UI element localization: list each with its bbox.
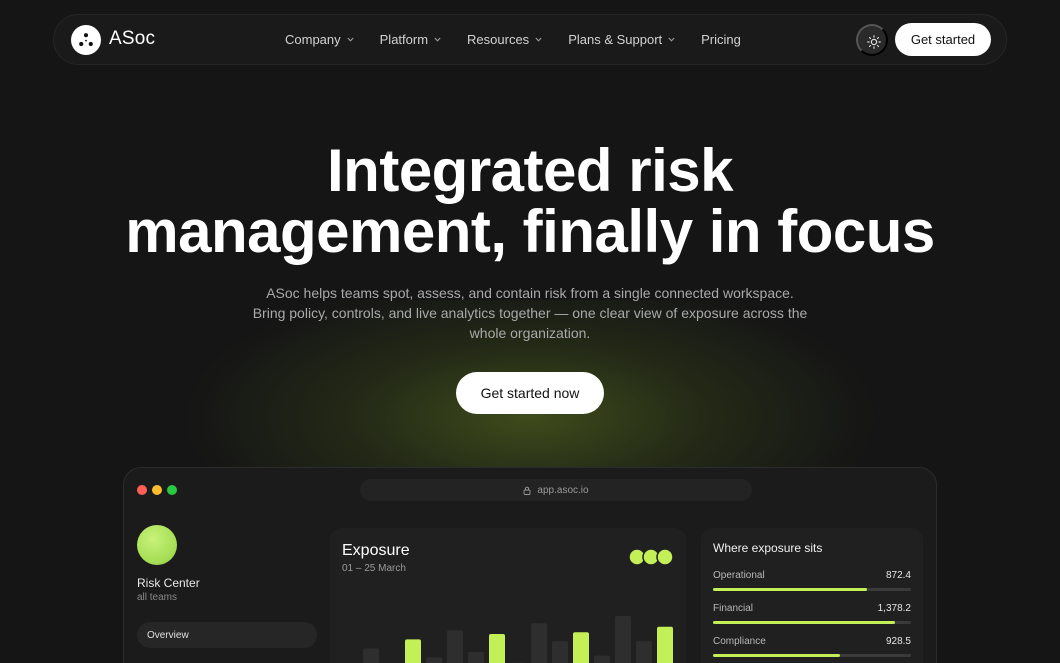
exposure-bar <box>363 648 379 663</box>
theme-toggle-button[interactable] <box>856 24 888 56</box>
nav-item-resources[interactable]: Resources <box>467 32 542 47</box>
chevron-down-icon <box>668 37 675 42</box>
sidebar-subtitle: all teams <box>137 592 178 603</box>
sidebar-title: Risk Center <box>137 576 200 590</box>
main-menu: Company Platform Resources Plans & Suppo… <box>285 32 767 47</box>
exposure-bar-chart <box>363 616 673 663</box>
sun-icon <box>867 35 881 49</box>
exposure-bar-highlight <box>573 632 589 663</box>
brand-name[interactable]: ASoc <box>109 28 155 50</box>
nav-item-label: Plans & Support <box>568 32 663 47</box>
exposure-bar <box>447 630 463 663</box>
exposure-bar <box>615 616 631 663</box>
sidebar-item-label: Overview <box>147 629 189 641</box>
hero-title-line2: management, finally in focus <box>125 198 935 265</box>
sidebar-item-overview[interactable]: Overview <box>137 622 317 648</box>
exposure-title: Exposure <box>342 542 410 559</box>
series-toggle-group[interactable] <box>628 548 674 566</box>
nav-item-label: Pricing <box>701 32 741 47</box>
metric-row-financial: Financial 1,378.2 <box>713 603 911 627</box>
window-close-dot <box>137 485 147 495</box>
exposure-card: Exposure 01 – 25 March <box>330 528 686 663</box>
metric-track <box>713 654 911 657</box>
hero-subtitle-line1: ASoc helps teams spot, assess, and conta… <box>266 285 794 301</box>
exposure-bar-highlight <box>657 626 673 663</box>
hero-title: Integrated risk management, finally in f… <box>0 140 1060 262</box>
url-bar[interactable]: app.asoc.io <box>360 479 752 501</box>
hero-subtitle: ASoc helps teams spot, assess, and conta… <box>250 283 810 343</box>
hero-subtitle-line3: whole organization. <box>469 325 591 341</box>
metric-value: 872.4 <box>885 570 911 581</box>
metric-track <box>713 588 911 591</box>
hero-title-line1: Integrated risk <box>327 137 733 204</box>
metric-value: 1,378.2 <box>877 603 911 614</box>
lock-icon <box>523 486 531 495</box>
nav-item-platform[interactable]: Platform <box>380 32 441 47</box>
exposure-bar <box>594 655 610 663</box>
metric-label: Compliance <box>713 636 766 647</box>
metric-fill <box>713 654 840 657</box>
nav-item-plans-support[interactable]: Plans & Support <box>568 32 675 47</box>
where-exposure-card: Where exposure sits Operational 872.4 Fi… <box>701 528 923 663</box>
metric-track <box>713 621 911 624</box>
exposure-bar <box>468 652 484 663</box>
top-navbar: ASoc Company Platform Resources Plans & … <box>53 14 1007 65</box>
chevron-down-icon <box>535 37 542 42</box>
window-maximize-dot <box>167 485 177 495</box>
exposure-bar <box>552 641 568 663</box>
get-started-now-button[interactable]: Get started now <box>456 372 604 414</box>
logo-icon[interactable] <box>71 25 101 55</box>
nav-item-pricing[interactable]: Pricing <box>701 32 741 47</box>
exposure-bar-highlight <box>405 639 421 663</box>
chevron-down-icon <box>347 37 354 42</box>
exposure-bar-highlight <box>489 634 505 663</box>
metric-row-compliance: Compliance 928.5 <box>713 636 911 660</box>
nav-item-label: Company <box>285 32 341 47</box>
metric-row-operational: Operational 872.4 <box>713 570 911 594</box>
exposure-bar <box>636 641 652 663</box>
metric-fill <box>713 588 868 591</box>
where-exposure-title: Where exposure sits <box>713 541 823 555</box>
nav-item-company[interactable]: Company <box>285 32 354 47</box>
get-started-button[interactable]: Get started <box>895 23 991 56</box>
nav-item-label: Platform <box>379 32 429 47</box>
nav-item-label: Resources <box>467 32 530 47</box>
chevron-down-icon <box>434 37 441 42</box>
avatar[interactable] <box>137 525 177 565</box>
window-minimize-dot <box>152 485 162 495</box>
url-text: app.asoc.io <box>537 484 589 496</box>
exposure-bar <box>531 623 547 663</box>
metric-label: Financial <box>713 603 754 614</box>
metric-fill <box>713 621 896 624</box>
exposure-date-range: 01 – 25 March <box>342 563 406 574</box>
hero-subtitle-line2: Bring policy, controls, and live analyti… <box>252 305 808 321</box>
metric-value: 928.5 <box>885 636 911 647</box>
app-preview-window: app.asoc.io Risk Center all teams Overvi… <box>123 467 937 663</box>
exposure-bar <box>426 657 442 663</box>
metric-label: Operational <box>713 570 765 581</box>
